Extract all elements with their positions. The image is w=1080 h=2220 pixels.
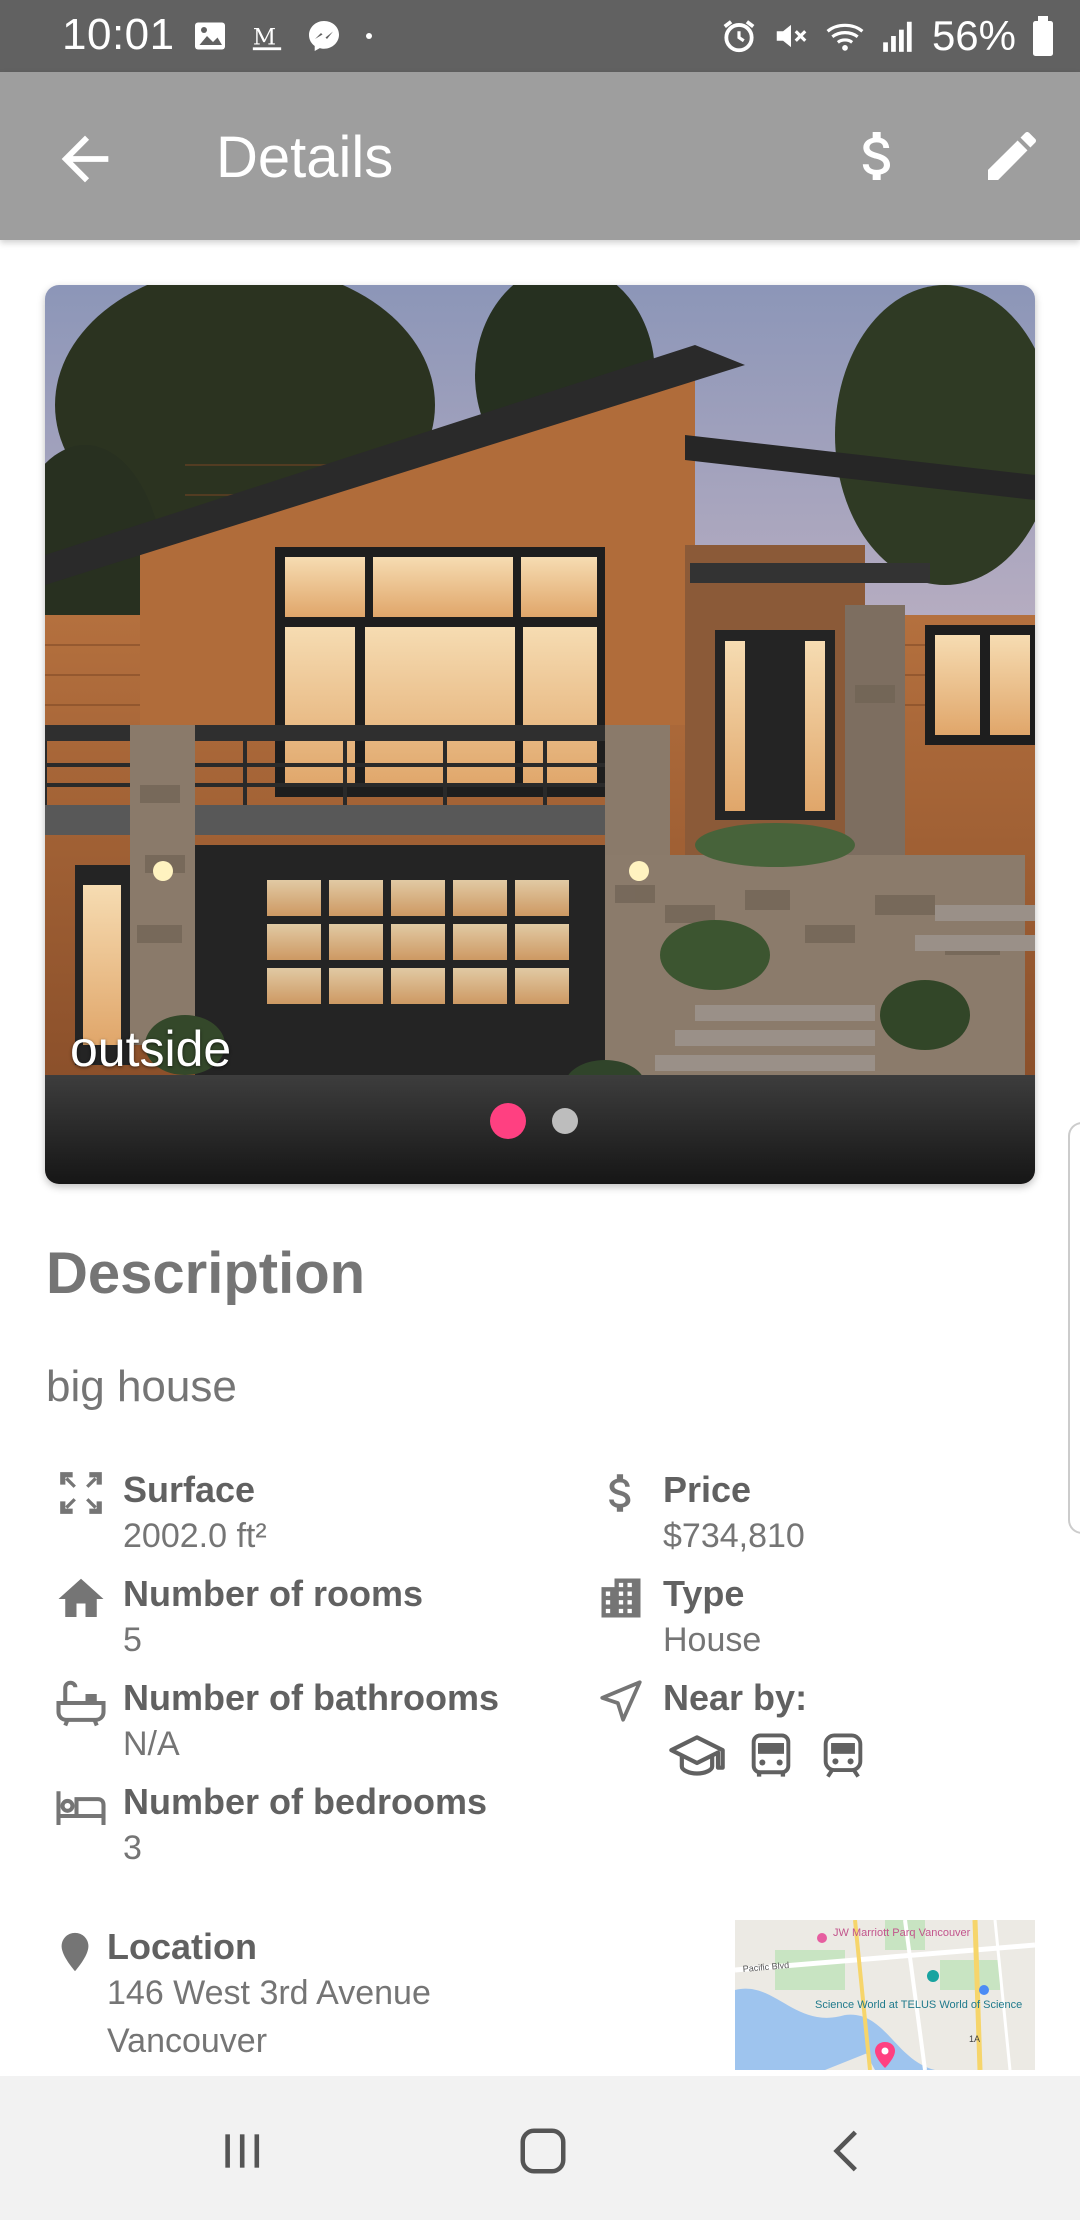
recent-apps-icon [225, 2134, 260, 2168]
status-bar: 10:01 M 56% [0, 0, 1080, 72]
photo-gallery[interactable]: outside [45, 285, 1035, 1184]
dollar-icon [862, 132, 890, 180]
edit-button[interactable] [972, 116, 1052, 196]
rooms-label: Number of rooms [123, 1573, 424, 1614]
messenger-icon [309, 21, 339, 51]
bathtub-icon [51, 1676, 111, 1732]
building-icon [591, 1572, 651, 1628]
back-arrow-icon [61, 135, 109, 183]
status-time: 10:01 [62, 10, 175, 59]
bathrooms-attribute: Number of bathrooms N/A [51, 1676, 499, 1768]
dollar-sign-icon [591, 1468, 651, 1524]
map-route-label: 1A [969, 2034, 980, 2044]
home-button[interactable] [508, 2116, 578, 2186]
dot-icon [366, 33, 372, 39]
description-text: big house [46, 1362, 237, 1411]
bathrooms-value: N/A [123, 1725, 180, 1763]
map-museum-label: Science World at TELUS World of Science [815, 1999, 1022, 2011]
image-icon [195, 22, 225, 50]
price-value: $734,810 [663, 1517, 805, 1555]
system-navigation-bar [0, 2076, 1080, 2220]
surface-value: 2002.0 ft² [123, 1517, 267, 1555]
page-dot-active[interactable] [490, 1103, 526, 1139]
svg-text:M: M [253, 25, 276, 51]
app-bar: Details [0, 72, 1080, 240]
page-dot[interactable] [552, 1108, 578, 1134]
fullscreen-icon [51, 1468, 111, 1524]
near-by-attribute: Near by: [591, 1676, 869, 1784]
photo-caption: outside [70, 1021, 232, 1077]
wifi-icon [826, 23, 864, 51]
school-icon [669, 1735, 725, 1776]
bedrooms-label: Number of bedrooms [123, 1781, 488, 1822]
rooms-attribute: Number of rooms 5 [51, 1572, 423, 1664]
near-by-icons [669, 1728, 869, 1784]
alarm-icon [723, 20, 755, 53]
back-nav-button[interactable] [812, 2116, 882, 2186]
bedrooms-attribute: Number of bedrooms 3 [51, 1780, 487, 1872]
surface-label: Surface [123, 1469, 256, 1510]
price-button[interactable] [838, 116, 918, 196]
type-value: House [663, 1621, 762, 1659]
bedrooms-value: 3 [123, 1829, 142, 1867]
type-attribute: Type House [591, 1572, 761, 1664]
rooms-value: 5 [123, 1621, 142, 1659]
page-title: Details [216, 125, 394, 190]
back-chevron-icon [833, 2130, 857, 2172]
location-label: Location [107, 1926, 257, 1967]
location-line2: Vancouver [107, 2022, 268, 2060]
mute-icon [776, 24, 807, 48]
map-image: JW Marriott Parq Vancouver Pacific Blvd … [735, 1920, 1035, 2070]
price-label: Price [663, 1469, 752, 1510]
near-by-label: Near by: [663, 1677, 808, 1718]
bathrooms-label: Number of bathrooms [123, 1677, 500, 1718]
gallery-page-indicator [490, 1103, 578, 1139]
home-icon [51, 1572, 111, 1628]
edge-panel-handle[interactable] [1068, 1122, 1080, 1534]
description-title: Description [46, 1241, 366, 1306]
price-attribute: Price $734,810 [591, 1468, 805, 1560]
train-icon [823, 1733, 863, 1778]
email-icon: M [252, 25, 282, 51]
status-right-icons: 56% [720, 12, 1056, 60]
location-pin-icon [51, 1925, 99, 1981]
type-label: Type [663, 1573, 745, 1614]
location-line1: 146 West 3rd Avenue [107, 1974, 431, 2012]
map-hotel-label: JW Marriott Parq Vancouver [833, 1927, 971, 1939]
back-button[interactable] [50, 124, 120, 194]
recent-apps-button[interactable] [207, 2116, 277, 2186]
battery-percentage: 56% [931, 12, 1016, 59]
signal-icon [883, 21, 912, 52]
location-attribute: Location 146 West 3rd Avenue Vancouver [51, 1925, 431, 2065]
navigation-icon [591, 1676, 651, 1732]
status-left-icons: M [192, 18, 374, 54]
home-square-icon [520, 2128, 566, 2174]
location-map[interactable]: JW Marriott Parq Vancouver Pacific Blvd … [735, 1920, 1035, 2070]
edit-pencil-icon [988, 132, 1036, 180]
battery-icon [1033, 16, 1053, 56]
bus-icon [751, 1733, 791, 1777]
bed-icon [51, 1780, 111, 1836]
surface-attribute: Surface 2002.0 ft² [51, 1468, 267, 1560]
